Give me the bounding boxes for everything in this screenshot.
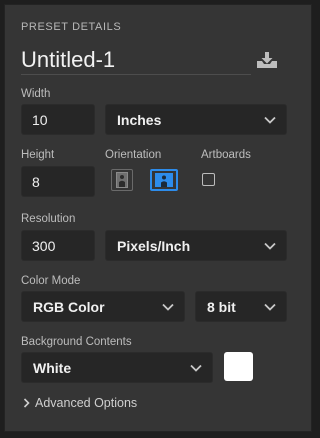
preset-details-panel: PRESET DETAILS Untitled-1 Width 10 Inche… (4, 4, 312, 432)
resolution-label: Resolution (21, 213, 76, 225)
resolution-unit-value: Pixels/Inch (117, 237, 191, 254)
chevron-down-icon (190, 364, 202, 372)
document-name-underline (21, 74, 251, 75)
background-contents-value: White (33, 359, 72, 376)
height-label: Height (21, 149, 55, 161)
height-input[interactable]: 8 (21, 166, 95, 197)
color-mode-select[interactable]: RGB Color (21, 291, 185, 322)
orientation-label: Orientation (105, 149, 162, 161)
chevron-right-icon (23, 398, 30, 408)
chevron-down-icon (264, 242, 276, 250)
download-tray-icon (257, 52, 277, 68)
document-name-field[interactable]: Untitled-1 (21, 47, 115, 73)
advanced-options-label: Advanced Options (35, 396, 138, 410)
artboards-label: Artboards (201, 149, 251, 161)
width-unit-value: Inches (117, 111, 162, 128)
artboards-checkbox[interactable] (202, 173, 215, 186)
portrait-orientation-button[interactable] (111, 169, 133, 191)
width-input[interactable]: 10 (21, 104, 95, 135)
chevron-down-icon (162, 303, 174, 311)
background-contents-select[interactable]: White (21, 352, 213, 383)
resolution-unit-select[interactable]: Pixels/Inch (105, 230, 287, 261)
landscape-orientation-button[interactable] (150, 169, 178, 191)
color-mode-value: RGB Color (33, 298, 105, 315)
advanced-options-toggle[interactable]: Advanced Options (23, 396, 137, 410)
landscape-person-icon (155, 173, 173, 187)
resolution-input[interactable]: 300 (21, 230, 95, 261)
width-label: Width (21, 88, 51, 100)
bit-depth-value: 8 bit (207, 298, 236, 315)
chevron-down-icon (264, 116, 276, 124)
color-mode-label: Color Mode (21, 275, 81, 287)
background-color-swatch[interactable] (224, 352, 253, 381)
background-contents-label: Background Contents (21, 336, 132, 348)
chevron-down-icon (264, 303, 276, 311)
portrait-person-icon (116, 172, 128, 188)
save-preset-button[interactable] (255, 50, 279, 70)
bit-depth-select[interactable]: 8 bit (195, 291, 287, 322)
width-unit-select[interactable]: Inches (105, 104, 287, 135)
section-heading: PRESET DETAILS (21, 21, 122, 33)
